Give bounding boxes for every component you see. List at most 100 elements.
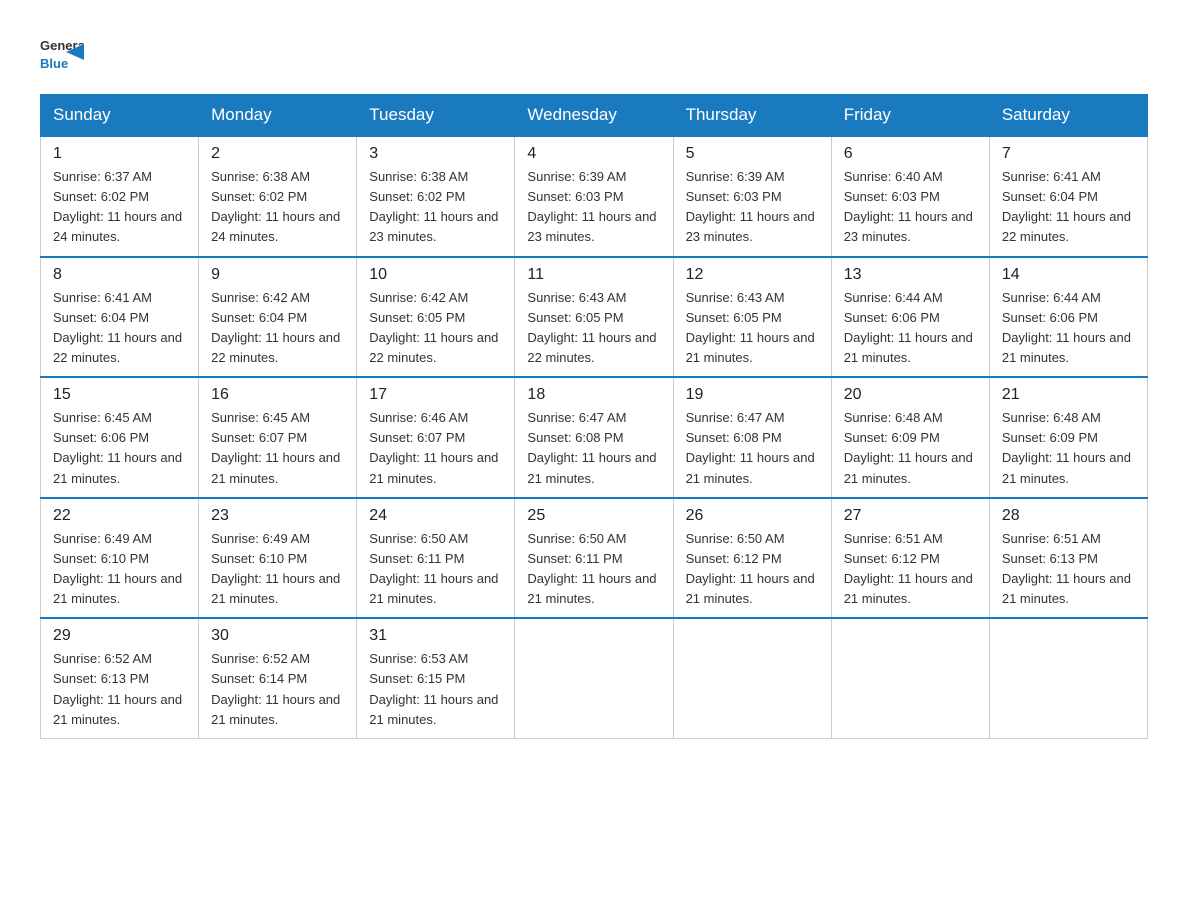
header-wednesday: Wednesday (515, 95, 673, 137)
day-number: 11 (527, 266, 660, 284)
day-cell: 21 Sunrise: 6:48 AMSunset: 6:09 PMDaylig… (989, 377, 1147, 498)
svg-text:Blue: Blue (40, 56, 68, 71)
day-cell: 17 Sunrise: 6:46 AMSunset: 6:07 PMDaylig… (357, 377, 515, 498)
day-cell (989, 618, 1147, 738)
day-info: Sunrise: 6:37 AMSunset: 6:02 PMDaylight:… (53, 167, 186, 248)
day-cell: 4 Sunrise: 6:39 AMSunset: 6:03 PMDayligh… (515, 136, 673, 257)
day-info: Sunrise: 6:51 AMSunset: 6:12 PMDaylight:… (844, 529, 977, 610)
day-info: Sunrise: 6:50 AMSunset: 6:12 PMDaylight:… (686, 529, 819, 610)
calendar-table: SundayMondayTuesdayWednesdayThursdayFrid… (40, 94, 1148, 739)
day-number: 15 (53, 386, 186, 404)
day-number: 8 (53, 266, 186, 284)
day-cell: 20 Sunrise: 6:48 AMSunset: 6:09 PMDaylig… (831, 377, 989, 498)
day-cell: 8 Sunrise: 6:41 AMSunset: 6:04 PMDayligh… (41, 257, 199, 378)
day-info: Sunrise: 6:49 AMSunset: 6:10 PMDaylight:… (211, 529, 344, 610)
day-number: 27 (844, 507, 977, 525)
day-number: 20 (844, 386, 977, 404)
day-number: 25 (527, 507, 660, 525)
week-row-2: 8 Sunrise: 6:41 AMSunset: 6:04 PMDayligh… (41, 257, 1148, 378)
day-info: Sunrise: 6:52 AMSunset: 6:13 PMDaylight:… (53, 649, 186, 730)
day-cell: 27 Sunrise: 6:51 AMSunset: 6:12 PMDaylig… (831, 498, 989, 619)
header-saturday: Saturday (989, 95, 1147, 137)
header: General Blue (40, 30, 1148, 74)
day-cell: 28 Sunrise: 6:51 AMSunset: 6:13 PMDaylig… (989, 498, 1147, 619)
day-cell: 5 Sunrise: 6:39 AMSunset: 6:03 PMDayligh… (673, 136, 831, 257)
day-cell: 24 Sunrise: 6:50 AMSunset: 6:11 PMDaylig… (357, 498, 515, 619)
week-row-4: 22 Sunrise: 6:49 AMSunset: 6:10 PMDaylig… (41, 498, 1148, 619)
day-number: 3 (369, 145, 502, 163)
day-cell: 19 Sunrise: 6:47 AMSunset: 6:08 PMDaylig… (673, 377, 831, 498)
day-number: 4 (527, 145, 660, 163)
week-row-1: 1 Sunrise: 6:37 AMSunset: 6:02 PMDayligh… (41, 136, 1148, 257)
day-number: 5 (686, 145, 819, 163)
week-row-3: 15 Sunrise: 6:45 AMSunset: 6:06 PMDaylig… (41, 377, 1148, 498)
day-number: 14 (1002, 266, 1135, 284)
day-info: Sunrise: 6:38 AMSunset: 6:02 PMDaylight:… (369, 167, 502, 248)
header-row: SundayMondayTuesdayWednesdayThursdayFrid… (41, 95, 1148, 137)
day-info: Sunrise: 6:48 AMSunset: 6:09 PMDaylight:… (1002, 408, 1135, 489)
day-number: 30 (211, 627, 344, 645)
header-thursday: Thursday (673, 95, 831, 137)
day-cell: 16 Sunrise: 6:45 AMSunset: 6:07 PMDaylig… (199, 377, 357, 498)
day-info: Sunrise: 6:44 AMSunset: 6:06 PMDaylight:… (844, 288, 977, 369)
day-cell: 25 Sunrise: 6:50 AMSunset: 6:11 PMDaylig… (515, 498, 673, 619)
day-cell (515, 618, 673, 738)
day-number: 16 (211, 386, 344, 404)
day-info: Sunrise: 6:41 AMSunset: 6:04 PMDaylight:… (1002, 167, 1135, 248)
day-info: Sunrise: 6:41 AMSunset: 6:04 PMDaylight:… (53, 288, 186, 369)
day-cell: 14 Sunrise: 6:44 AMSunset: 6:06 PMDaylig… (989, 257, 1147, 378)
day-cell: 10 Sunrise: 6:42 AMSunset: 6:05 PMDaylig… (357, 257, 515, 378)
calendar-header: SundayMondayTuesdayWednesdayThursdayFrid… (41, 95, 1148, 137)
day-number: 12 (686, 266, 819, 284)
day-cell: 23 Sunrise: 6:49 AMSunset: 6:10 PMDaylig… (199, 498, 357, 619)
day-cell: 3 Sunrise: 6:38 AMSunset: 6:02 PMDayligh… (357, 136, 515, 257)
day-info: Sunrise: 6:40 AMSunset: 6:03 PMDaylight:… (844, 167, 977, 248)
day-info: Sunrise: 6:45 AMSunset: 6:07 PMDaylight:… (211, 408, 344, 489)
week-row-5: 29 Sunrise: 6:52 AMSunset: 6:13 PMDaylig… (41, 618, 1148, 738)
day-info: Sunrise: 6:51 AMSunset: 6:13 PMDaylight:… (1002, 529, 1135, 610)
day-cell: 15 Sunrise: 6:45 AMSunset: 6:06 PMDaylig… (41, 377, 199, 498)
day-cell: 30 Sunrise: 6:52 AMSunset: 6:14 PMDaylig… (199, 618, 357, 738)
day-info: Sunrise: 6:53 AMSunset: 6:15 PMDaylight:… (369, 649, 502, 730)
day-cell (831, 618, 989, 738)
day-cell: 6 Sunrise: 6:40 AMSunset: 6:03 PMDayligh… (831, 136, 989, 257)
header-sunday: Sunday (41, 95, 199, 137)
day-info: Sunrise: 6:42 AMSunset: 6:04 PMDaylight:… (211, 288, 344, 369)
day-number: 17 (369, 386, 502, 404)
day-cell: 1 Sunrise: 6:37 AMSunset: 6:02 PMDayligh… (41, 136, 199, 257)
day-cell: 31 Sunrise: 6:53 AMSunset: 6:15 PMDaylig… (357, 618, 515, 738)
day-cell: 2 Sunrise: 6:38 AMSunset: 6:02 PMDayligh… (199, 136, 357, 257)
day-info: Sunrise: 6:50 AMSunset: 6:11 PMDaylight:… (369, 529, 502, 610)
day-info: Sunrise: 6:39 AMSunset: 6:03 PMDaylight:… (686, 167, 819, 248)
day-cell: 18 Sunrise: 6:47 AMSunset: 6:08 PMDaylig… (515, 377, 673, 498)
day-number: 6 (844, 145, 977, 163)
day-info: Sunrise: 6:46 AMSunset: 6:07 PMDaylight:… (369, 408, 502, 489)
day-number: 18 (527, 386, 660, 404)
day-info: Sunrise: 6:44 AMSunset: 6:06 PMDaylight:… (1002, 288, 1135, 369)
day-info: Sunrise: 6:39 AMSunset: 6:03 PMDaylight:… (527, 167, 660, 248)
day-cell: 12 Sunrise: 6:43 AMSunset: 6:05 PMDaylig… (673, 257, 831, 378)
day-number: 29 (53, 627, 186, 645)
day-info: Sunrise: 6:45 AMSunset: 6:06 PMDaylight:… (53, 408, 186, 489)
day-info: Sunrise: 6:49 AMSunset: 6:10 PMDaylight:… (53, 529, 186, 610)
day-number: 2 (211, 145, 344, 163)
day-number: 21 (1002, 386, 1135, 404)
day-info: Sunrise: 6:52 AMSunset: 6:14 PMDaylight:… (211, 649, 344, 730)
day-number: 13 (844, 266, 977, 284)
day-number: 22 (53, 507, 186, 525)
day-cell: 22 Sunrise: 6:49 AMSunset: 6:10 PMDaylig… (41, 498, 199, 619)
day-number: 28 (1002, 507, 1135, 525)
day-cell: 29 Sunrise: 6:52 AMSunset: 6:13 PMDaylig… (41, 618, 199, 738)
logo: General Blue (40, 30, 84, 74)
day-number: 9 (211, 266, 344, 284)
day-cell: 13 Sunrise: 6:44 AMSunset: 6:06 PMDaylig… (831, 257, 989, 378)
day-number: 23 (211, 507, 344, 525)
day-number: 7 (1002, 145, 1135, 163)
day-number: 19 (686, 386, 819, 404)
day-info: Sunrise: 6:47 AMSunset: 6:08 PMDaylight:… (527, 408, 660, 489)
day-cell: 7 Sunrise: 6:41 AMSunset: 6:04 PMDayligh… (989, 136, 1147, 257)
day-info: Sunrise: 6:43 AMSunset: 6:05 PMDaylight:… (686, 288, 819, 369)
day-cell: 26 Sunrise: 6:50 AMSunset: 6:12 PMDaylig… (673, 498, 831, 619)
day-number: 26 (686, 507, 819, 525)
day-number: 1 (53, 145, 186, 163)
